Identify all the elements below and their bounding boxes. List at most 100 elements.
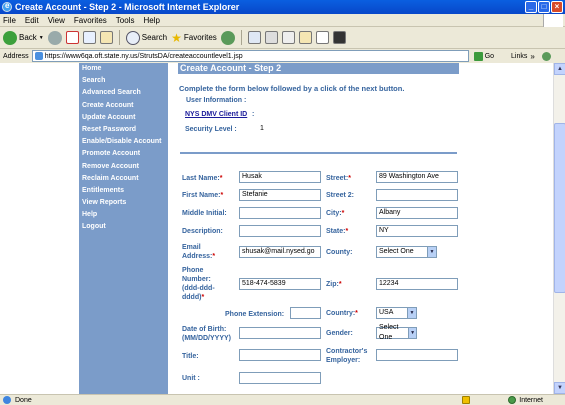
menu-view[interactable]: View (48, 16, 65, 25)
go-button[interactable]: Go (473, 51, 495, 61)
phone-label-text: Phone Number: (ddd-ddd-dddd) (182, 267, 215, 301)
toolbar: Back ▼ Search ★ Favorites (0, 27, 565, 49)
street-label: Street:* (326, 174, 351, 183)
security-zone: Internet (508, 396, 543, 404)
toolbar-extension-icon[interactable] (541, 51, 551, 61)
sidebar-item-remove-account[interactable]: Remove Account (79, 161, 168, 173)
client-id-link[interactable]: NYS DMV Client ID (185, 110, 247, 119)
back-label: Back (19, 33, 37, 42)
address-label: Address (3, 52, 29, 60)
sidebar-item-promote-account[interactable]: Promote Account (79, 148, 168, 160)
sidebar-item-view-reports[interactable]: View Reports (79, 197, 168, 209)
description-input[interactable] (239, 225, 321, 237)
scroll-down-icon[interactable]: ▼ (554, 382, 565, 394)
sidebar-item-create-account[interactable]: Create Account (79, 100, 168, 112)
sidebar-item-advanced-search[interactable]: Advanced Search (79, 87, 168, 99)
state-input[interactable]: NY (376, 225, 458, 237)
required-mark: * (219, 175, 223, 182)
sidebar-item-reset-password[interactable]: Reset Password (79, 124, 168, 136)
county-select[interactable]: Select One ▼ (376, 246, 437, 258)
menu-file[interactable]: File (3, 16, 16, 25)
contractor-employer-input[interactable] (376, 349, 458, 361)
chevron-down-icon: ▼ (408, 328, 416, 338)
go-label: Go (484, 52, 495, 60)
left-margin (0, 63, 79, 394)
messenger-icon[interactable] (332, 31, 346, 44)
last-name-label: Last Name:* (182, 174, 222, 183)
middle-initial-label: Middle Initial: (182, 210, 227, 217)
description-label: Description: (182, 228, 223, 235)
middle-initial-input[interactable] (239, 207, 321, 219)
maximize-button[interactable]: □ (538, 1, 550, 13)
scroll-up-icon[interactable]: ▲ (554, 63, 565, 75)
country-select[interactable]: USA ▼ (376, 307, 417, 319)
last-name-input[interactable]: Husak (239, 171, 321, 183)
street2-label: Street 2: (326, 192, 355, 199)
state-label: State:* (326, 227, 348, 236)
sidebar-item-enable-disable-account[interactable]: Enable/Disable Account (79, 136, 168, 148)
zone-label: Internet (519, 396, 543, 404)
zip-input[interactable]: 12234 (376, 278, 458, 290)
city-label: City:* (326, 209, 344, 218)
search-button[interactable]: Search (125, 30, 167, 45)
print-icon[interactable] (264, 31, 278, 44)
edit-icon[interactable] (281, 31, 295, 44)
forward-arrow-icon[interactable] (47, 30, 62, 45)
title-label: Title: (182, 353, 199, 360)
close-button[interactable]: × (551, 1, 563, 13)
zip-label: Zip:* (326, 280, 342, 289)
links-button[interactable]: Links (511, 53, 527, 60)
chevron-right-icon[interactable]: » (530, 52, 534, 61)
back-button[interactable]: Back ▼ (3, 30, 44, 45)
divider (180, 152, 457, 154)
refresh-icon[interactable] (82, 31, 96, 44)
sidebar-item-reclaim-account[interactable]: Reclaim Account (79, 173, 168, 185)
discuss-icon[interactable] (315, 31, 329, 44)
main-content: Create Account - Step 2 Complete the for… (168, 63, 553, 394)
stop-icon[interactable] (65, 31, 79, 44)
home-icon[interactable] (99, 31, 113, 44)
favorites-button[interactable]: ★ Favorites (171, 31, 217, 45)
sidebar-item-update-account[interactable]: Update Account (79, 112, 168, 124)
folder-icon[interactable] (298, 31, 312, 44)
required-mark: * (212, 253, 216, 260)
vertical-scrollbar[interactable]: ▲ ▼ (553, 63, 565, 394)
lock-icon (462, 396, 470, 404)
required-mark: * (341, 210, 345, 217)
phone-input[interactable]: 518-474-5839 (239, 278, 321, 290)
favorites-label: Favorites (183, 33, 217, 42)
gender-select[interactable]: Select One ▼ (376, 324, 417, 341)
required-mark: * (201, 294, 205, 301)
menu-help[interactable]: Help (143, 16, 159, 25)
address-input[interactable]: https://www6qa.oft.state.ny.us/StrutsDA/… (31, 50, 469, 62)
email-input[interactable]: shusak@mail.nysed.go (239, 246, 321, 258)
security-level-label: Security Level : (185, 126, 237, 133)
street2-input[interactable] (376, 189, 458, 201)
country-label: Country:* (326, 309, 358, 318)
unit-input[interactable] (239, 372, 321, 384)
phone-extension-label: Phone Extension: (225, 311, 285, 318)
required-mark: * (355, 310, 358, 317)
sidebar-item-entitlements[interactable]: Entitlements (79, 185, 168, 197)
street-input[interactable]: 89 Washington Ave (376, 171, 458, 183)
sidebar-item-home[interactable]: Home (79, 63, 168, 75)
minimize-button[interactable]: _ (525, 1, 537, 13)
title-input[interactable] (239, 349, 321, 361)
menu-favorites[interactable]: Favorites (74, 16, 107, 25)
city-input[interactable]: Albany (376, 207, 458, 219)
window-title: Create Account - Step 2 - Microsoft Inte… (15, 2, 240, 12)
scroll-thumb[interactable] (554, 123, 565, 293)
menu-edit[interactable]: Edit (25, 16, 39, 25)
menu-tools[interactable]: Tools (116, 16, 135, 25)
toolbar-separator (118, 30, 120, 45)
required-mark: * (220, 192, 224, 199)
mail-icon[interactable] (247, 31, 261, 44)
sidebar-item-help[interactable]: Help (79, 209, 168, 221)
sidebar-item-search[interactable]: Search (79, 75, 168, 87)
media-icon[interactable] (220, 30, 235, 45)
dob-input[interactable] (239, 327, 321, 339)
page-status-icon (3, 396, 11, 404)
phone-extension-input[interactable] (290, 307, 321, 319)
sidebar-item-logout[interactable]: Logout (79, 221, 168, 233)
first-name-input[interactable]: Stefanie (239, 189, 321, 201)
